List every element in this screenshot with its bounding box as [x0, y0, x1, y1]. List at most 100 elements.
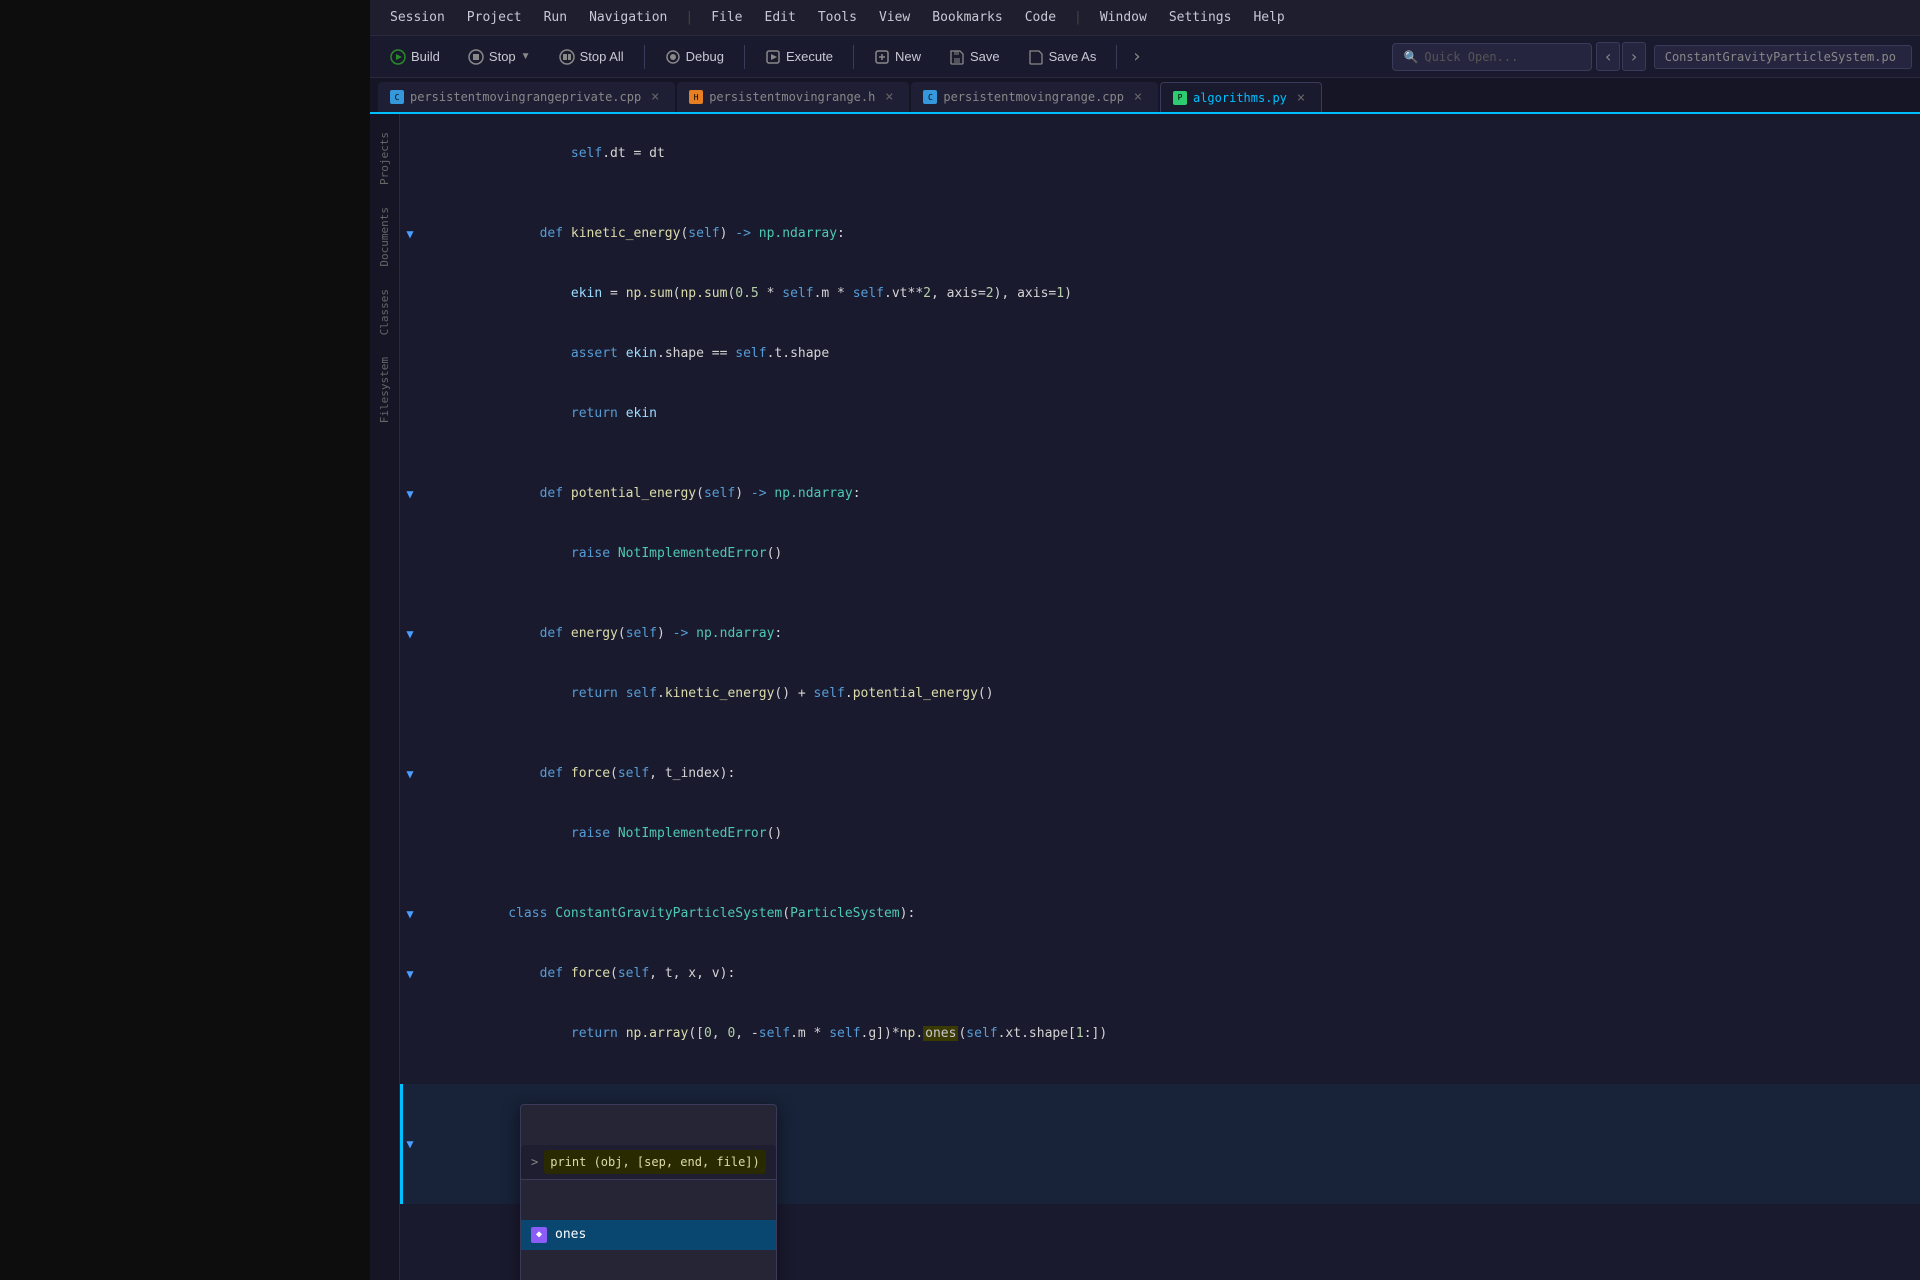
- new-button[interactable]: New: [862, 44, 933, 70]
- code-line-12: return self.kinetic_energy() + self.pote…: [400, 664, 1920, 724]
- side-panel-documents[interactable]: Documents: [374, 197, 395, 277]
- more-options[interactable]: ›: [1125, 46, 1148, 67]
- fold-12: [400, 664, 420, 724]
- code-line-16: [400, 864, 1920, 884]
- menu-file[interactable]: File: [701, 6, 752, 29]
- fold-6: [400, 384, 420, 444]
- fold-8[interactable]: ▼: [400, 464, 420, 524]
- code-line-17: ▼ class ConstantGravityParticleSystem(Pa…: [400, 884, 1920, 944]
- code-line-14: ▼ def force(self, t_index):: [400, 744, 1920, 804]
- menu-sep-1: |: [679, 10, 699, 25]
- menu-bookmarks[interactable]: Bookmarks: [922, 6, 1012, 29]
- code-text-14: def force(self, t_index):: [420, 744, 1920, 804]
- quick-open-field[interactable]: 🔍 Quick Open...: [1392, 43, 1592, 71]
- side-panel-filesystem[interactable]: Filesystem: [374, 347, 395, 433]
- fold-17[interactable]: ▼: [400, 884, 420, 944]
- new-icon: [874, 49, 890, 65]
- code-text-9: raise NotImplementedError(): [420, 524, 1920, 584]
- code-editor[interactable]: self.dt = dt ▼ def kinetic_energy(self) …: [400, 114, 1920, 1280]
- side-panel-classes[interactable]: Classes: [374, 279, 395, 345]
- menu-project[interactable]: Project: [457, 6, 532, 29]
- fold-15: [400, 804, 420, 864]
- code-line-11: ▼ def energy(self) -> np.ndarray:: [400, 604, 1920, 664]
- fold-18[interactable]: ▼: [400, 944, 420, 1004]
- tab-persistentmovingrange-cpp[interactable]: C persistentmovingrange.cpp ×: [911, 82, 1158, 112]
- build-button[interactable]: Build: [378, 44, 452, 70]
- tab-persistentmovingrangeprivate-cpp[interactable]: C persistentmovingrangeprivate.cpp ×: [378, 82, 675, 112]
- fold-5: [400, 324, 420, 384]
- code-text-2: [420, 184, 1920, 204]
- tab-close-1[interactable]: ×: [881, 89, 897, 105]
- code-line-5: assert ekin.shape == self.t.shape: [400, 324, 1920, 384]
- menu-edit[interactable]: Edit: [755, 6, 806, 29]
- code-text-13: [420, 724, 1920, 744]
- search-icon: 🔍: [1403, 50, 1418, 64]
- stop-dropdown-arrow[interactable]: ▼: [521, 51, 531, 62]
- fold-22: [400, 1204, 420, 1264]
- stop-all-button[interactable]: Stop All: [547, 44, 636, 70]
- code-text-18: def force(self, t, x, v):: [420, 944, 1920, 1004]
- tab-close-3[interactable]: ×: [1293, 90, 1309, 106]
- code-line-2: [400, 184, 1920, 204]
- active-line-indicator: [400, 1084, 403, 1204]
- side-panel-projects[interactable]: Projects: [374, 122, 395, 195]
- menu-session[interactable]: Session: [380, 6, 455, 29]
- code-line-20: [400, 1064, 1920, 1084]
- menu-code[interactable]: Code: [1015, 6, 1066, 29]
- execute-button[interactable]: Execute: [753, 44, 845, 70]
- side-panels: Projects Documents Classes Filesystem: [370, 114, 400, 1280]
- toolbar-divider-3: [853, 45, 854, 69]
- fold-11[interactable]: ▼: [400, 604, 420, 664]
- stop-button[interactable]: Stop ▼: [456, 44, 543, 70]
- nav-arrows: ‹ ›: [1596, 42, 1645, 71]
- save-as-button[interactable]: Save As: [1016, 44, 1109, 70]
- h-file-icon: H: [689, 90, 703, 104]
- tab-close-0[interactable]: ×: [647, 89, 663, 105]
- menu-settings[interactable]: Settings: [1159, 6, 1242, 29]
- menu-window[interactable]: Window: [1090, 6, 1157, 29]
- autocomplete-dropdown: > print (obj, [sep, end, file]) ◆ ones ◆…: [520, 1104, 777, 1280]
- fold-3[interactable]: ▼: [400, 204, 420, 264]
- toolbar-divider-2: [744, 45, 745, 69]
- code-text-11: def energy(self) -> np.ndarray:: [420, 604, 1920, 664]
- save-as-icon: [1028, 49, 1044, 65]
- file-breadcrumb: ConstantGravityParticleSystem.po: [1654, 45, 1912, 69]
- code-text-5: assert ekin.shape == self.t.shape: [420, 324, 1920, 384]
- debug-button[interactable]: Debug: [653, 44, 736, 70]
- cpp-file-icon: C: [390, 90, 404, 104]
- code-line-4: ekin = np.sum(np.sum(0.5 * self.m * self…: [400, 264, 1920, 324]
- toolbar-divider-1: [644, 45, 645, 69]
- tab-persistentmovingrange-h[interactable]: H persistentmovingrange.h ×: [677, 82, 909, 112]
- code-line-19: return np.array([0, 0, -self.m * self.g]…: [400, 1004, 1920, 1064]
- nav-forward[interactable]: ›: [1622, 42, 1646, 71]
- fold-14[interactable]: ▼: [400, 744, 420, 804]
- execute-icon: [765, 49, 781, 65]
- code-text-4: ekin = np.sum(np.sum(0.5 * self.m * self…: [420, 264, 1920, 324]
- cpp-file-icon-2: C: [923, 90, 937, 104]
- code-text-16: [420, 864, 1920, 884]
- fold-9: [400, 524, 420, 584]
- autocomplete-item-ones[interactable]: ◆ ones: [521, 1220, 776, 1250]
- tab-algorithms-py[interactable]: P algorithms.py ×: [1160, 82, 1322, 112]
- menu-run[interactable]: Run: [534, 6, 577, 29]
- code-text-10: [420, 584, 1920, 604]
- menu-tools[interactable]: Tools: [808, 6, 867, 29]
- fold-20: [400, 1064, 420, 1084]
- code-text-15: raise NotImplementedError(): [420, 804, 1920, 864]
- tab-close-2[interactable]: ×: [1130, 89, 1146, 105]
- code-line-6: return ekin: [400, 384, 1920, 444]
- code-text-19: return np.array([0, 0, -self.m * self.g]…: [420, 1004, 1920, 1064]
- fold-10: [400, 584, 420, 604]
- save-button[interactable]: Save: [937, 44, 1012, 70]
- menu-navigation[interactable]: Navigation: [579, 6, 677, 29]
- nav-back[interactable]: ‹: [1596, 42, 1620, 71]
- fold-21[interactable]: ▼: [400, 1084, 420, 1204]
- ac-icon-ones: ◆: [531, 1227, 547, 1243]
- menu-help[interactable]: Help: [1243, 6, 1294, 29]
- menu-view[interactable]: View: [869, 6, 920, 29]
- stop-all-icon: [559, 49, 575, 65]
- code-text-17: class ConstantGravityParticleSystem(Part…: [420, 884, 1920, 944]
- code-text-8: def potential_energy(self) -> np.ndarray…: [420, 464, 1920, 524]
- debug-icon: [665, 49, 681, 65]
- autocomplete-print-preview: print (obj, [sep, end, file]): [544, 1150, 766, 1174]
